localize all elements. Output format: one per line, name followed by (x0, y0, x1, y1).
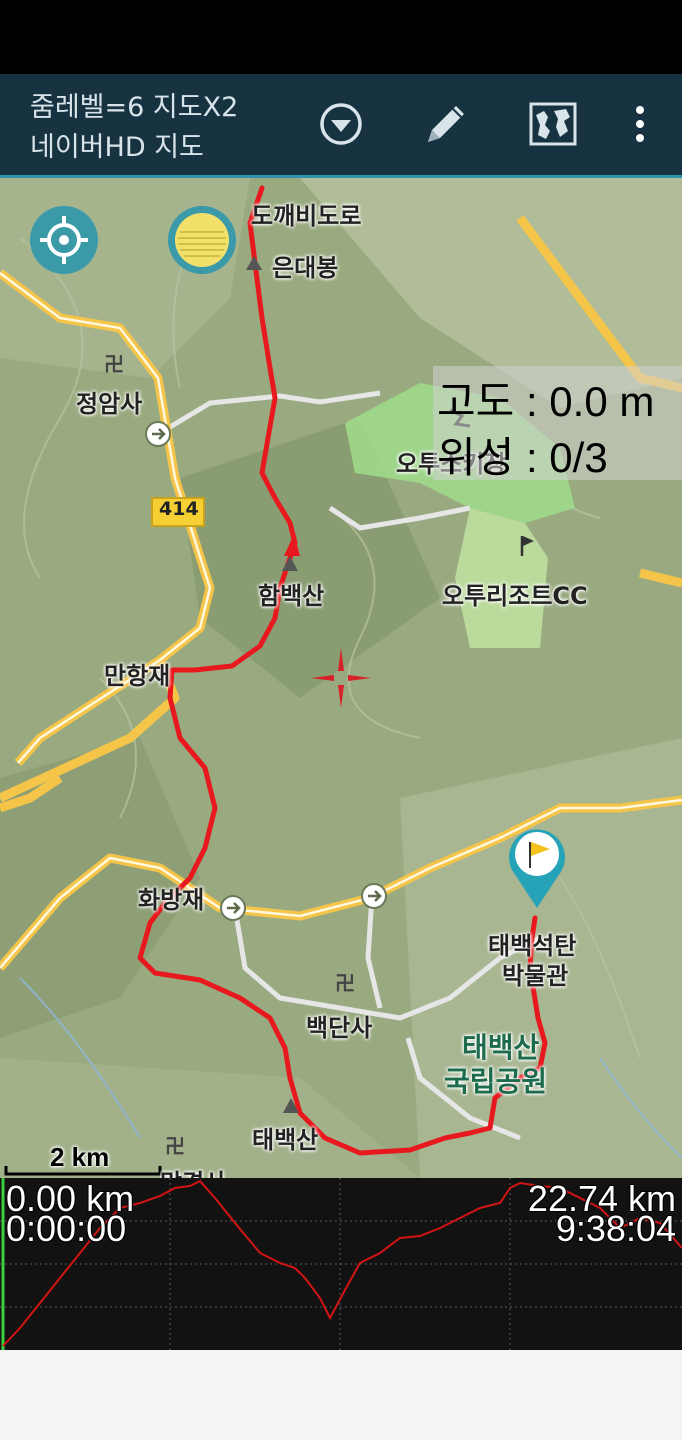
map-source-label: 네이버HD 지도 (30, 132, 204, 163)
status-bar (0, 0, 682, 74)
bottom-blank-area (0, 1350, 682, 1440)
zoom-level-label: 줌레벨=6 지도X2 (30, 92, 239, 123)
map-label-otu-resort[interactable]: 오투리조트CC (442, 576, 588, 611)
gps-info-panel: 고도 : 0.0 m 위성 : 0/3 (433, 366, 682, 481)
map-label-dokkaebi[interactable]: 도깨비도로 (251, 196, 361, 231)
scale-label: 2 km (50, 1142, 110, 1172)
notepad-icon (175, 213, 229, 267)
locate-me-button[interactable] (30, 206, 98, 274)
dropdown-icon (320, 103, 362, 145)
end-time: 9:38:04 (555, 1208, 676, 1249)
app-bar: 줌레벨=6 지도X2 네이버HD 지도 (0, 74, 682, 178)
map-label-park-2[interactable]: 국립공원 (444, 1060, 547, 1100)
elevation-profile[interactable]: 0.00 km 0:00:00 22.74 km 9:38:04 (0, 1178, 682, 1350)
map-label-eundaebong[interactable]: 은대봉 (272, 248, 338, 283)
app-title[interactable]: 줌레벨=6 지도X2 네이버HD 지도 (30, 88, 238, 168)
map-label-manhangjae[interactable]: 만항재 (104, 656, 170, 691)
track-record-button[interactable] (168, 206, 236, 274)
map-view[interactable]: 卍 卍 卍 414 도깨비도로 은대봉 정암사 오투리조트CC 함백산 만항재 … (0, 178, 682, 1178)
temple-icon: 卍 (335, 971, 355, 995)
overflow-menu-button[interactable] (612, 96, 668, 152)
crosshair-gps-icon (40, 216, 88, 264)
start-time: 0:00:00 (6, 1208, 127, 1249)
map-layer-button[interactable] (525, 96, 581, 152)
road-414-label: 414 (159, 498, 199, 520)
map-label-bottom-partial: 망경사 (160, 1163, 226, 1178)
temple-icon: 卍 (104, 352, 124, 376)
dropdown-button[interactable] (313, 96, 369, 152)
temple-icon: 卍 (165, 1134, 185, 1158)
map-label-hwabangjae[interactable]: 화방재 (138, 880, 204, 915)
more-vert-icon (636, 106, 644, 142)
map-label-jeongamsa[interactable]: 정암사 (76, 384, 142, 419)
altitude-readout: 고도 : 0.0 m (437, 378, 655, 425)
pencil-icon (428, 106, 464, 142)
map-label-baekdansa[interactable]: 백단사 (306, 1008, 372, 1043)
map-label-taebaeksan[interactable]: 태백산 (252, 1120, 318, 1155)
map-label-hambaeksan[interactable]: 함백산 (258, 576, 324, 611)
satellite-readout: 위성 : 0/3 (437, 434, 608, 481)
edit-button[interactable] (418, 96, 474, 152)
map-label-museum-2[interactable]: 박물관 (502, 956, 568, 991)
map-icon (529, 102, 577, 146)
